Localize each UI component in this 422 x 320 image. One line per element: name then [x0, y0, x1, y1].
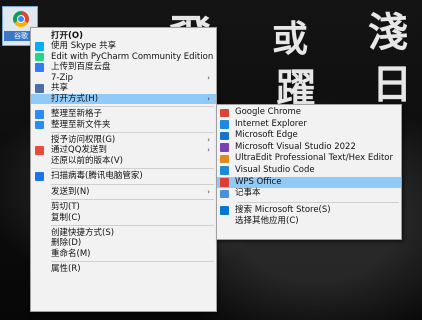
context-menu-item-t[interactable]: 剪切(T)	[31, 202, 216, 212]
menu-separator	[51, 106, 214, 108]
menu-item-label: 整理至新格子	[51, 109, 103, 120]
menu-item-label: 授予访问权限(G)	[51, 134, 116, 145]
menu-item-label: 复制(C)	[51, 212, 81, 223]
menu-item-label: 7-Zip	[51, 72, 74, 83]
menu-item-label: Visual Studio Code	[235, 164, 315, 175]
context-menu-item-n[interactable]: 发送到(N) ›	[31, 187, 216, 197]
open-with-item-microsoft-visual-studio-2022[interactable]: Microsoft Visual Studio 2022	[217, 142, 401, 154]
chevron-right-icon: ›	[207, 94, 210, 103]
menu-item-label: 通过QQ发送到	[51, 145, 107, 156]
context-menu-item-item-15[interactable]: 扫描病毒(腾讯电脑管家)	[31, 171, 216, 181]
open-with-item-google-chrome[interactable]: Google Chrome	[217, 107, 401, 119]
menu-item-label: 还原以前的版本(V)	[51, 155, 123, 166]
menu-item-label: 创建快捷方式(S)	[51, 228, 115, 238]
menu-item-label: 选择其他应用(C)	[235, 216, 299, 227]
open-with-item-internet-explorer[interactable]: Internet Explorer	[217, 119, 401, 131]
open-with-submenu: Google Chrome Internet Explorer Microsoft …	[216, 104, 402, 240]
context-menu-item-item-5[interactable]: 共享	[31, 83, 216, 93]
fences-icon	[35, 110, 44, 119]
menu-item-label: 打开方式(H)	[51, 93, 99, 104]
menu-item-label: 扫描病毒(腾讯电脑管家)	[51, 171, 143, 182]
menu-item-label: 整理至新文件夹	[51, 119, 111, 130]
context-menu-item-c[interactable]: 复制(C)	[31, 213, 216, 223]
share-icon	[35, 84, 44, 93]
menu-item-label: 共享	[51, 83, 69, 94]
folder-icon	[35, 120, 44, 129]
chrome-icon	[13, 11, 29, 27]
visual-studio-icon	[220, 143, 229, 152]
context-menu-item-qq[interactable]: 通过QQ发送到 ›	[31, 145, 216, 155]
open-with-item-wps-office[interactable]: WPS Office	[217, 176, 401, 189]
menu-item-label: 打开(O)	[51, 31, 83, 41]
context-menu-item-v[interactable]: 还原以前的版本(V)	[31, 156, 216, 166]
chevron-right-icon: ›	[207, 135, 210, 144]
vscode-icon	[220, 166, 229, 175]
ultraedit-icon	[220, 154, 229, 164]
menu-separator	[237, 201, 399, 203]
context-menu-item-item-3[interactable]: 上传到百度云盘	[31, 62, 216, 72]
context-menu-item-d[interactable]: 删除(D)	[31, 238, 216, 248]
context-menu-item-item-9[interactable]: 整理至新文件夹	[31, 120, 216, 130]
menu-item-label: 上传到百度云盘	[51, 62, 111, 73]
pycharm-icon	[35, 52, 44, 62]
menu-item-label: 搜索 Microsoft Store(S)	[235, 204, 331, 215]
open-with-item-ultraedit-professional-text-hex-editor[interactable]: UltraEdit Professional Text/Hex Editor	[217, 153, 401, 165]
notepad-icon	[220, 189, 229, 199]
menu-item-label: 使用 Skype 共享	[51, 41, 117, 52]
menu-separator	[51, 261, 214, 263]
menu-separator	[51, 199, 214, 201]
tencent-shield-icon	[35, 172, 44, 181]
menu-separator	[51, 225, 214, 226]
context-menu-item-s[interactable]: 创建快捷方式(S)	[31, 228, 216, 238]
context-menu-item-m[interactable]: 重命名(M)	[31, 249, 216, 259]
chevron-right-icon: ›	[207, 73, 210, 82]
context-menu: 打开(O) 使用 Skype 共享 Edit with PyCharm Commun…	[30, 27, 217, 312]
context-menu-item-o[interactable]: 打开(O)	[31, 31, 216, 41]
menu-separator	[51, 168, 214, 170]
menu-item-label: 重命名(M)	[51, 248, 91, 259]
calligraphy-char: 淺	[368, 9, 408, 56]
context-menu-item-edit-with-pycharm-community-edition[interactable]: Edit with PyCharm Community Edition	[31, 52, 216, 62]
context-menu-item-item-8[interactable]: 整理至新格子	[31, 109, 216, 119]
ie-icon	[220, 120, 229, 129]
menu-item-label: UltraEdit Professional Text/Hex Editor	[235, 153, 393, 164]
menu-item-label: WPS Office	[235, 176, 282, 187]
menu-separator	[51, 131, 214, 133]
menu-item-label: 发送到(N)	[51, 186, 90, 197]
open-with-item-microsoft-store-s[interactable]: 搜索 Microsoft Store(S)	[217, 205, 401, 217]
menu-item-label: 记事本	[235, 188, 261, 199]
open-with-item-microsoft-edge[interactable]: Microsoft Edge	[217, 130, 401, 142]
context-menu-item-skype[interactable]: 使用 Skype 共享	[31, 41, 216, 51]
menu-item-label: Google Chrome	[235, 107, 302, 117]
edge-icon	[220, 131, 229, 141]
chevron-right-icon: ›	[207, 146, 210, 155]
menu-item-label: Microsoft Visual Studio 2022	[235, 141, 356, 152]
skype-icon	[35, 42, 44, 51]
menu-item-label: 删除(D)	[51, 238, 82, 249]
menu-item-label: Microsoft Edge	[235, 130, 298, 141]
context-menu-item-r[interactable]: 属性(R)	[31, 264, 216, 274]
calligraphy-char: 或	[272, 18, 309, 60]
menu-item-label: 属性(R)	[51, 264, 81, 275]
context-menu-item-h[interactable]: 打开方式(H) ›	[31, 93, 216, 105]
chrome-icon	[220, 108, 229, 117]
chevron-right-icon: ›	[207, 187, 210, 196]
context-menu-item-g[interactable]: 授予访问权限(G) ›	[31, 135, 216, 145]
open-with-item-item-7[interactable]: 记事本	[217, 188, 401, 200]
store-icon	[220, 206, 229, 215]
menu-separator	[51, 183, 214, 185]
qq-icon	[35, 146, 44, 155]
menu-item-label: Internet Explorer	[235, 118, 307, 129]
wps-icon	[220, 178, 229, 187]
context-menu-item-7-zip[interactable]: 7-Zip ›	[31, 73, 216, 83]
menu-item-label: 剪切(T)	[51, 202, 80, 213]
open-with-item-c[interactable]: 选择其他应用(C)	[217, 216, 401, 228]
baidu-netdisk-icon	[35, 63, 44, 72]
open-with-item-visual-studio-code[interactable]: Visual Studio Code	[217, 165, 401, 177]
calligraphy-char: 日	[372, 61, 412, 108]
menu-item-label: Edit with PyCharm Community Edition	[51, 51, 214, 62]
